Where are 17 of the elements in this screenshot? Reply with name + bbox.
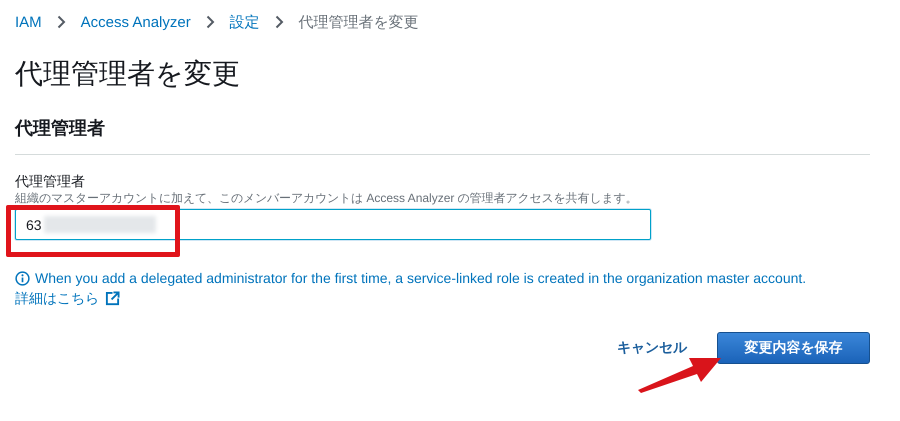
cancel-button[interactable]: キャンセル <box>617 339 687 357</box>
learn-more-link[interactable]: 詳細はこちら <box>15 288 120 308</box>
breadcrumb-link[interactable]: IAM <box>15 14 42 30</box>
chevron-icon <box>274 15 284 29</box>
page-title: 代理管理者を変更 <box>15 57 241 91</box>
breadcrumb-link[interactable]: Access Analyzer <box>80 14 191 30</box>
breadcrumb-link[interactable]: 設定 <box>230 12 260 32</box>
external-link-icon <box>105 290 120 306</box>
save-button[interactable]: 変更内容を保存 <box>717 332 870 364</box>
field-label: 代理管理者 <box>15 172 86 190</box>
info-text: When you add a delegated administrator for the first time, a service-linked role is created in the organization master account. <box>35 269 806 288</box>
breadcrumb-current: 代理管理者を変更 <box>298 12 419 32</box>
info-icon <box>15 270 30 286</box>
section-heading: 代理管理者 <box>15 117 106 140</box>
chevron-icon <box>206 15 215 29</box>
field-description: 組織のマスターアカウントに加えて、このメンバーアカウントは Access Analyzer の管理者アクセスを共有します。 <box>15 190 639 206</box>
chevron-icon <box>56 15 66 29</box>
